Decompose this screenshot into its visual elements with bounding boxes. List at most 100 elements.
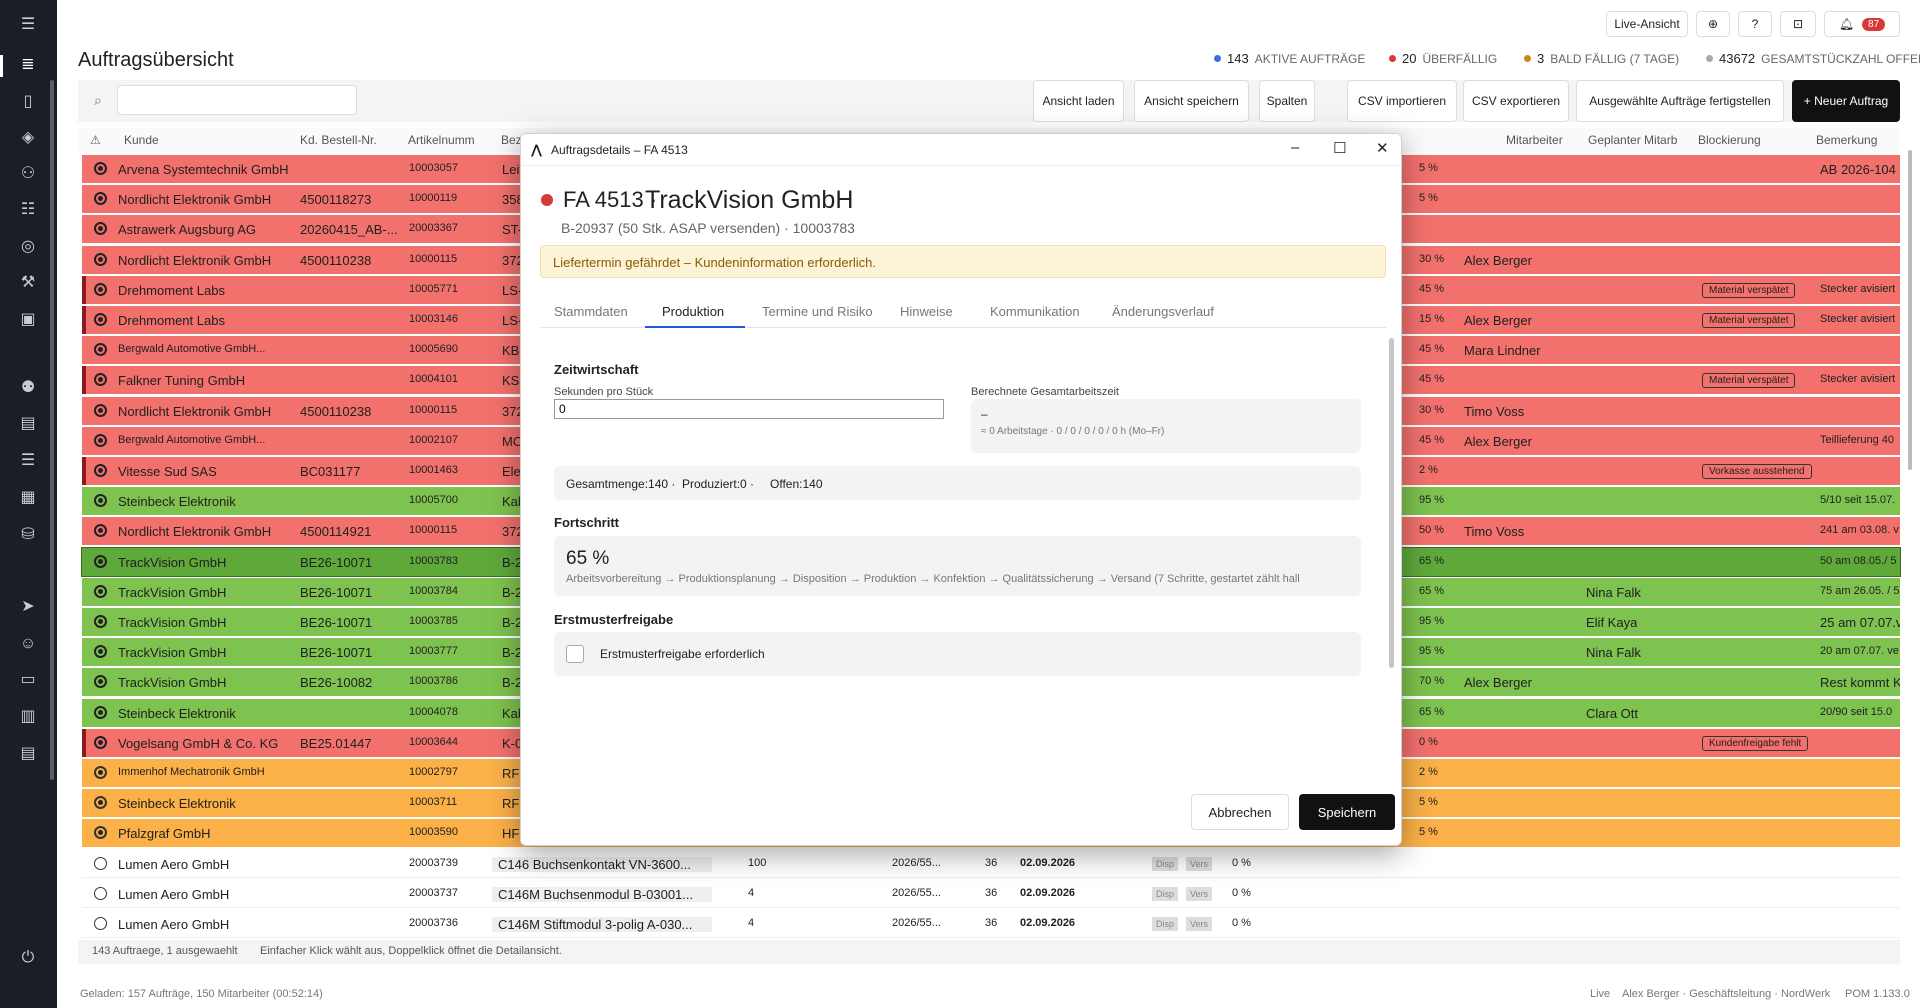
- columns-button[interactable]: Spalten: [1259, 80, 1315, 122]
- document-icon[interactable]: ▯: [18, 92, 38, 112]
- power-icon[interactable]: ⏻: [18, 948, 38, 968]
- row-edge-marker: [82, 366, 86, 394]
- list-icon[interactable]: ≣: [18, 55, 38, 75]
- user-icon[interactable]: ☺: [18, 634, 38, 654]
- page-title: Auftragsübersicht: [78, 49, 234, 71]
- csv-import-button[interactable]: CSV importieren: [1347, 80, 1457, 122]
- order-details-dialog: ⋀ Auftragsdetails – FA 4513 – ☐ ✕ FA 451…: [520, 133, 1402, 846]
- cell-planned: Elif Kaya: [1586, 615, 1638, 630]
- notifications-button[interactable]: 🔔︎ 87: [1824, 11, 1900, 37]
- col-customer[interactable]: Kunde: [124, 133, 159, 147]
- col-blocking[interactable]: Blockierung: [1698, 133, 1761, 147]
- archive-icon[interactable]: ▭: [18, 670, 38, 690]
- cell-note: 241 am 03.08. v: [1820, 524, 1899, 536]
- cell-article: 10000119: [409, 192, 458, 204]
- csv-export-button[interactable]: CSV exportieren: [1463, 80, 1569, 122]
- table-row[interactable]: Lumen Aero GmbH 20003736 C146M Stiftmodul …: [82, 910, 1900, 938]
- print-icon[interactable]: ▥: [18, 707, 38, 727]
- cell-employee: Timo Voss: [1464, 524, 1525, 539]
- sidebar-scrollbar[interactable]: [50, 80, 54, 780]
- save-view-button[interactable]: Ansicht speichern: [1134, 80, 1249, 122]
- database-icon[interactable]: ⛁: [18, 525, 38, 545]
- cell-note: 50 am 08.05./ 5: [1820, 555, 1897, 567]
- seconds-per-piece-input[interactable]: [554, 399, 944, 419]
- dialog-scrollbar[interactable]: [1389, 338, 1394, 668]
- chart-icon[interactable]: ▣: [18, 310, 38, 330]
- stat-dot: [1706, 55, 1713, 62]
- layers-icon[interactable]: ◈: [18, 128, 38, 148]
- cell-progress: 95 %: [1419, 645, 1445, 657]
- load-view-button[interactable]: Ansicht laden: [1033, 80, 1124, 122]
- new-order-button[interactable]: + Neuer Auftrag: [1792, 80, 1900, 122]
- first-article-checkbox[interactable]: [566, 645, 584, 663]
- cell-article: 10003590: [409, 826, 458, 838]
- tab-produktion[interactable]: Produktion: [662, 304, 724, 319]
- disp-chip[interactable]: Disp: [1152, 887, 1179, 901]
- col-employee[interactable]: Mitarbeiter: [1506, 133, 1563, 147]
- checklist-icon[interactable]: ☰: [18, 451, 38, 471]
- send-icon[interactable]: ➤: [18, 597, 38, 617]
- clipboard-icon[interactable]: ▤: [18, 744, 38, 764]
- tab-kommunikation[interactable]: Kommunikation: [990, 304, 1080, 319]
- cell-note: 5/10 seit 15.07.: [1820, 494, 1896, 506]
- col-desc[interactable]: Bez: [501, 133, 522, 147]
- analytics-icon[interactable]: ▤: [18, 414, 38, 434]
- live-view-button[interactable]: Live-Ansicht: [1606, 11, 1688, 37]
- cell-desc: LS-: [502, 283, 520, 298]
- tasks-icon[interactable]: ☷: [18, 200, 38, 220]
- cell-order: BE25.01447: [300, 736, 372, 751]
- help-button[interactable]: ?: [1738, 11, 1772, 37]
- tab-aenderungsverlauf[interactable]: Änderungsverlauf: [1112, 304, 1214, 319]
- col-article[interactable]: Artikelnumm: [408, 133, 475, 147]
- blocking-badge: Kundenfreigabe fehlt: [1702, 736, 1809, 751]
- cell-customer: Vitesse Sud SAS: [118, 464, 217, 479]
- minimize-icon[interactable]: –: [1291, 139, 1299, 156]
- tab-hinweise[interactable]: Hinweise: [900, 304, 953, 319]
- vers-chip[interactable]: Vers: [1186, 917, 1213, 931]
- cell-progress: 5 %: [1419, 796, 1438, 808]
- disp-chip[interactable]: Disp: [1152, 917, 1179, 931]
- col-note[interactable]: Bemerkung: [1816, 133, 1877, 147]
- table-row[interactable]: Lumen Aero GmbH 20003739 C146 Buchsenkonta…: [82, 850, 1900, 878]
- maximize-icon[interactable]: ☐: [1333, 139, 1346, 157]
- cell-note: Stecker avisiert: [1820, 283, 1896, 295]
- stat-dot: [1214, 55, 1221, 62]
- menu-icon[interactable]: ☰: [18, 15, 38, 35]
- calendar-icon[interactable]: ▦: [18, 488, 38, 508]
- cell-progress: 5 %: [1419, 192, 1438, 204]
- disp-chip[interactable]: Disp: [1152, 857, 1179, 871]
- check-circle-icon[interactable]: ◎: [18, 237, 38, 257]
- warning-column-icon[interactable]: ⚠: [90, 133, 101, 147]
- cell-progress: 45 %: [1419, 343, 1445, 355]
- vers-chip[interactable]: Vers: [1186, 857, 1213, 871]
- status-mark-icon: [94, 615, 107, 628]
- cell-customer: Drehmoment Labs: [118, 313, 225, 328]
- vers-chip[interactable]: Vers: [1186, 887, 1213, 901]
- table-scrollbar[interactable]: [1908, 150, 1912, 470]
- wrench-icon[interactable]: ⚒: [18, 273, 38, 293]
- save-button[interactable]: Speichern: [1299, 794, 1395, 830]
- user-info: Alex Berger · Geschäftsleitung · NordWer…: [1622, 988, 1831, 1000]
- dialog-titlebar[interactable]: ⋀ Auftragsdetails – FA 4513 – ☐ ✕: [521, 134, 1401, 166]
- users-icon[interactable]: ⚇: [18, 164, 38, 184]
- col-planned[interactable]: Geplanter Mitarb: [1588, 133, 1677, 147]
- status-bar: 143 Auftraege, 1 ausgewaehlt Einfacher K…: [78, 940, 1900, 964]
- finish-selected-button[interactable]: Ausgewählte Aufträge fertigstellen: [1576, 80, 1784, 122]
- status-mark-icon: [94, 494, 107, 507]
- cell-desc: B-2: [502, 615, 520, 630]
- search-icon: ⌕: [94, 92, 102, 108]
- cancel-button[interactable]: Abbrechen: [1191, 794, 1289, 830]
- cell-customer: Astrawerk Augsburg AG: [118, 222, 257, 237]
- cell-progress: 2 %: [1419, 464, 1438, 476]
- tab-stammdaten[interactable]: Stammdaten: [554, 304, 628, 319]
- cell-desc: C146M Buchsenmodul B-03001...: [492, 887, 712, 902]
- tab-termine[interactable]: Termine und Risiko: [762, 304, 873, 319]
- search-input[interactable]: [117, 85, 357, 115]
- blocking-badge: Material verspätet: [1702, 373, 1796, 388]
- close-icon[interactable]: ✕: [1376, 139, 1389, 157]
- window-button[interactable]: ⊡: [1780, 11, 1816, 37]
- team-icon[interactable]: ⚉: [18, 378, 38, 398]
- globe-button[interactable]: ⊕: [1696, 11, 1730, 37]
- col-order-no[interactable]: Kd. Bestell-Nr.: [300, 133, 377, 147]
- table-row[interactable]: Lumen Aero GmbH 20003737 C146M Buchsenmodu…: [82, 880, 1900, 908]
